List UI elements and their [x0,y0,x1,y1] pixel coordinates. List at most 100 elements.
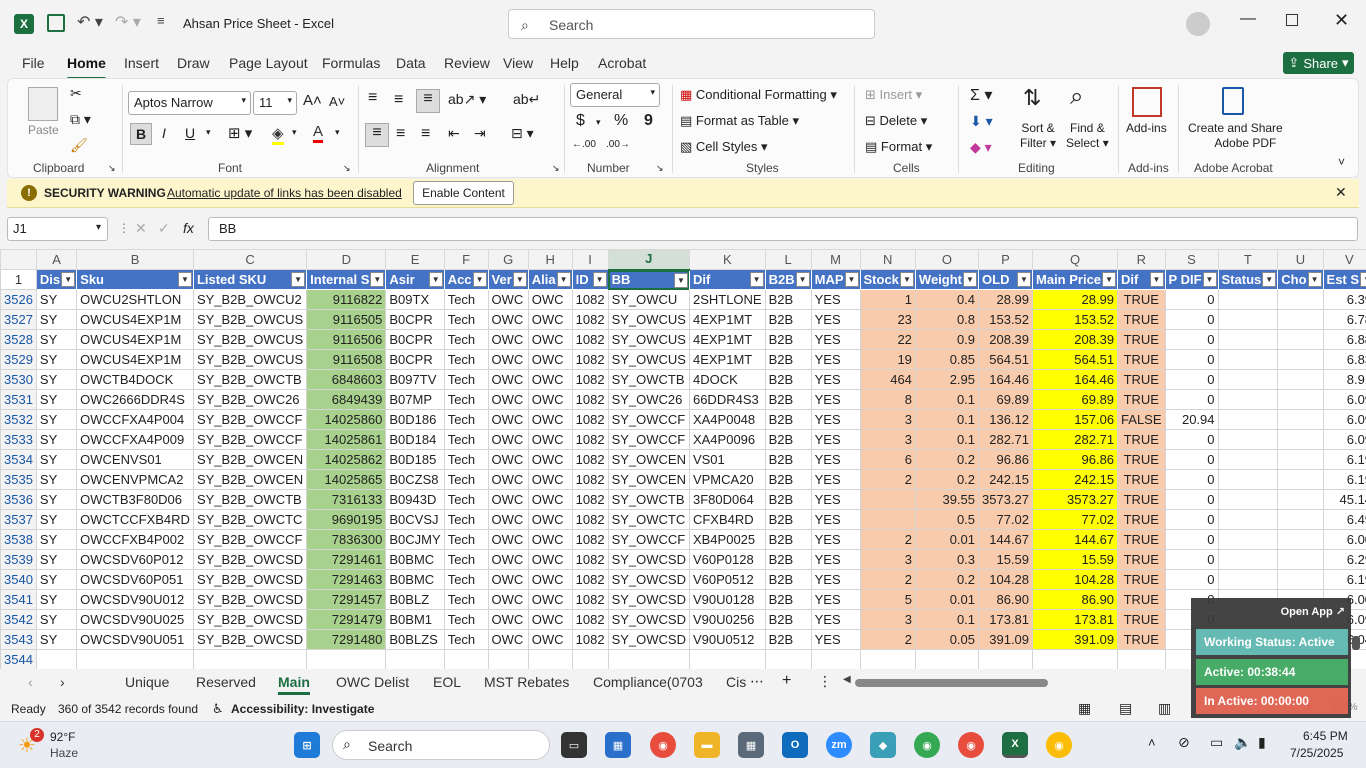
tab-review[interactable]: Review [444,55,490,71]
cell[interactable]: OWC [487,409,529,430]
filter-dropdown-icon[interactable]: ▼ [673,272,688,288]
cell-table[interactable]: ABCDEFGHIJKLMNOPQRSTUVW1Dis▼Sku▼Listed S… [0,249,1366,669]
cell[interactable] [1277,289,1324,310]
cell[interactable]: OWC [527,629,573,650]
sheet-tab-unique[interactable]: Unique [125,674,169,690]
cell[interactable]: TRUE [1117,429,1166,450]
cell[interactable]: 8 [859,389,916,410]
cell[interactable] [810,649,861,669]
cell[interactable]: SY [35,389,78,410]
column-filter-header[interactable]: P DIF ▼ [1164,269,1219,290]
cell[interactable]: OWC [527,569,573,590]
column-header[interactable]: P [978,249,1034,270]
cell[interactable]: B2B [764,569,812,590]
cell[interactable]: YES [810,609,861,630]
cell[interactable] [1217,529,1279,550]
add-ins-icon[interactable] [1132,87,1162,117]
cell[interactable]: OWC [527,309,573,330]
cell[interactable]: OWC [527,429,573,450]
cell[interactable]: TRUE [1117,449,1166,470]
row-header[interactable]: 3535 [0,469,37,490]
cell[interactable]: 1082 [571,389,609,410]
cell[interactable]: Tech [443,389,489,410]
cell[interactable]: OWC [527,289,573,310]
cell[interactable]: B0CJMY [385,529,445,550]
cell[interactable]: Tech [443,629,489,650]
row-header[interactable]: 3527 [0,309,37,330]
column-header[interactable]: H [527,249,573,270]
cell[interactable]: 173.81 [1032,609,1119,630]
cell[interactable]: OWC [527,589,573,610]
save-icon[interactable] [47,14,65,32]
cell[interactable]: 391.09 [978,629,1034,650]
cell[interactable] [1217,409,1279,430]
cell[interactable]: OWCENVPMCA2 [76,469,194,490]
percent-button[interactable]: % [614,112,628,130]
cell[interactable]: 0.01 [914,589,980,610]
cell[interactable]: OWC2666DDR4S [76,389,194,410]
cell[interactable]: B2B [764,469,812,490]
cell[interactable]: TRUE [1117,309,1166,330]
tab-draw[interactable]: Draw [177,55,210,71]
font-name-select[interactable]: Aptos Narrow ▾ [128,91,251,115]
cell[interactable]: 1082 [571,309,609,330]
cell[interactable]: 6.19 [1322,569,1366,590]
cell[interactable]: 3 [859,409,916,430]
format-as-table-button[interactable]: ▤ Format as Table ▾ [680,113,799,129]
cell[interactable]: SY_OWCUS [607,329,690,350]
cell[interactable]: B2B [764,329,812,350]
row-header[interactable]: 3542 [0,609,37,630]
cell[interactable]: SY [35,329,78,350]
cell[interactable]: 1082 [571,529,609,550]
cell[interactable]: 144.67 [1032,529,1119,550]
cell[interactable]: Tech [443,569,489,590]
cell[interactable]: OWCUS4EXP1M [76,349,194,370]
cell[interactable] [1217,549,1279,570]
outlook-icon[interactable]: O [782,732,808,758]
cell[interactable]: SY_B2B_OWCSD [192,569,308,590]
cell[interactable] [1217,289,1279,310]
cell[interactable]: B0BLZS [385,629,445,650]
cell[interactable]: 0.8 [914,309,980,330]
cell[interactable]: SY [35,509,78,530]
cell[interactable]: 0 [1164,369,1219,390]
row-header[interactable]: 3531 [0,389,37,410]
conditional-formatting-button[interactable]: ▦ Conditional Formatting ▾ [680,87,837,103]
zoom-icon[interactable]: zm [826,732,852,758]
cell[interactable]: Tech [443,509,489,530]
cell[interactable]: 6.09 [1322,429,1366,450]
cancel-entry-icon[interactable]: ✕ [135,220,147,237]
cell[interactable]: YES [810,349,861,370]
cell[interactable]: OWC [527,409,573,430]
cell[interactable]: B09TX [385,289,445,310]
cell[interactable]: 69.89 [978,389,1034,410]
column-filter-header[interactable]: Cho ▼ [1277,269,1324,290]
cell[interactable]: SY_B2B_OWCTB [192,489,308,510]
delete-cells-button[interactable]: ⊟ Delete ▾ [865,113,927,129]
tab-acrobat[interactable]: Acrobat [598,55,646,71]
scroll-left-icon[interactable]: ◀ [843,674,851,685]
cell[interactable]: YES [810,489,861,510]
sheet-tab-main[interactable]: Main [278,674,310,695]
cell[interactable]: 6.09 [1322,409,1366,430]
filter-dropdown-icon[interactable]: ▼ [512,272,527,287]
cell[interactable]: SY [35,569,78,590]
cell[interactable] [1277,429,1324,450]
cell[interactable]: TRUE [1117,349,1166,370]
cell[interactable]: B0CPR [385,349,445,370]
cell[interactable]: B0D185 [385,449,445,470]
cell[interactable]: B2B [764,489,812,510]
align-bottom-icon[interactable]: ≡ [416,89,440,113]
cell[interactable]: SY_OWCEN [607,469,690,490]
sort-filter-icon[interactable]: ⇅ [1023,85,1041,111]
clock-time[interactable]: 6:45 PM [1303,729,1348,743]
cell[interactable] [1217,429,1279,450]
cell[interactable]: 1082 [571,489,609,510]
horizontal-scrollbar[interactable] [855,679,1048,687]
cell[interactable]: YES [810,329,861,350]
cell[interactable]: 7291463 [306,569,387,590]
cell[interactable]: 28.99 [978,289,1034,310]
cell[interactable] [1217,489,1279,510]
cell[interactable]: SY_B2B_OWCUS [192,349,308,370]
paste-icon[interactable] [28,87,58,121]
